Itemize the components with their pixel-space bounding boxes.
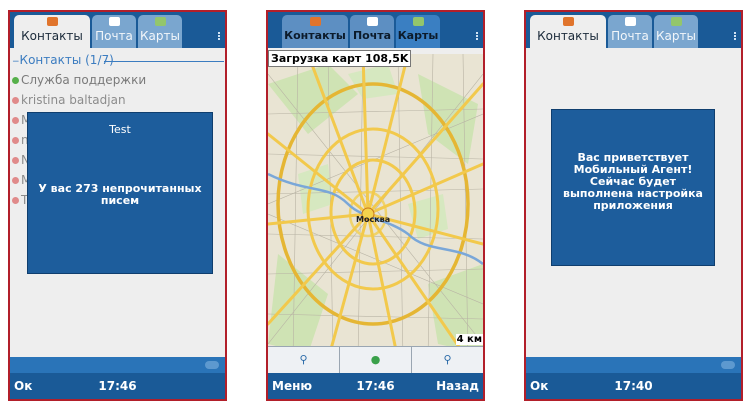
contact-name: Служба поддержки <box>21 73 147 87</box>
search-icon: ⚲ <box>299 353 308 366</box>
zoom-button[interactable]: ⚲ <box>412 347 483 373</box>
scroll-indicator <box>10 357 225 373</box>
offline-status-icon <box>12 117 19 124</box>
contact-name: kristina baltadjan <box>21 93 126 107</box>
maps-icon <box>412 17 424 26</box>
tab-mail[interactable]: Почта <box>608 15 652 48</box>
tab-label: Карты <box>656 29 696 43</box>
tab-label: Почта <box>95 29 133 43</box>
tab-bar: Контакты Почта Карты <box>10 12 225 48</box>
contacts-icon <box>562 17 574 26</box>
more-icon[interactable] <box>734 32 739 40</box>
tab-contacts[interactable]: Контакты <box>530 15 606 48</box>
phone-screen-welcome: Контакты Почта Карты Вас приветствует Мо… <box>524 10 743 401</box>
clock: 17:40 <box>614 379 653 393</box>
back-softkey[interactable]: Назад <box>436 379 479 393</box>
phone-screen-contacts: Контакты Почта Карты −Контакты (1/7) Слу… <box>8 10 227 401</box>
welcome-dialog[interactable]: Вас приветствует Мобильный Агент! Сейчас… <box>552 110 714 265</box>
tab-label: Контакты <box>21 29 83 43</box>
contact-group-header[interactable]: −Контакты (1/7) <box>12 53 224 67</box>
mail-icon <box>366 17 378 26</box>
dialog-message: У вас 273 непрочитанных писем <box>38 182 202 207</box>
notification-dialog[interactable]: Test У вас 273 непрочитанных писем <box>28 113 212 273</box>
tab-maps[interactable]: Карты <box>138 15 182 48</box>
offline-status-icon <box>12 157 19 164</box>
softkey-bar: Ок 17:46 <box>10 373 225 399</box>
tab-maps[interactable]: Карты <box>396 15 440 48</box>
tab-label: Карты <box>140 29 180 43</box>
zoom-icon: ⚲ <box>443 353 452 366</box>
tab-label: Контакты <box>284 29 346 42</box>
tab-contacts[interactable]: Контакты <box>14 15 90 48</box>
tab-bar: Контакты Почта Карты <box>526 12 741 48</box>
collapse-icon: − <box>12 57 20 67</box>
phone-screen-maps: Контакты Почта Карты Москва Загрузка кар… <box>266 10 485 401</box>
loading-status: Загрузка карт 108,5K <box>268 50 412 67</box>
contacts-icon <box>46 17 58 26</box>
more-icon[interactable] <box>218 32 223 40</box>
group-label: Контакты (1/7) <box>19 53 114 67</box>
scroll-indicator <box>526 357 741 373</box>
mail-icon <box>108 17 120 26</box>
map-toolbar: ⚲ ● ⚲ <box>268 346 483 373</box>
clock: 17:46 <box>98 379 137 393</box>
globe-button[interactable]: ● <box>340 347 412 373</box>
list-item[interactable]: n <box>12 133 29 147</box>
globe-icon: ● <box>370 353 381 366</box>
tab-label: Почта <box>611 29 649 43</box>
tab-label: Почта <box>352 29 392 42</box>
offline-status-icon <box>12 177 19 184</box>
offline-status-icon <box>12 197 19 204</box>
dialog-title: Test <box>109 123 131 136</box>
mail-icon <box>624 17 636 26</box>
softkey-bar: Ок 17:40 <box>526 373 741 399</box>
search-button[interactable]: ⚲ <box>268 347 340 373</box>
offline-status-icon <box>12 97 19 104</box>
more-icon[interactable] <box>476 32 481 40</box>
contacts-icon <box>309 17 321 26</box>
list-item[interactable]: kristina baltadjan <box>12 93 126 107</box>
tab-bar: Контакты Почта Карты <box>268 12 483 48</box>
tab-label: Контакты <box>537 29 599 43</box>
list-item[interactable]: Служба поддержки <box>12 73 146 87</box>
softkey-bar: Меню 17:46 Назад <box>268 373 483 399</box>
city-label: Москва <box>356 215 390 224</box>
maps-icon <box>670 17 682 26</box>
tab-mail[interactable]: Почта <box>92 15 136 48</box>
moscow-map: Москва <box>268 54 483 360</box>
tab-label: Карты <box>397 29 439 42</box>
dialog-message: Вас приветствует Мобильный Агент! Сейчас… <box>563 151 703 212</box>
online-status-icon <box>12 77 19 84</box>
tab-mail[interactable]: Почта <box>350 15 394 48</box>
maps-icon <box>154 17 166 26</box>
map-view[interactable]: Москва <box>268 54 483 360</box>
tab-maps[interactable]: Карты <box>654 15 698 48</box>
list-item[interactable]: T <box>12 193 28 207</box>
map-scale: 4 км <box>455 334 483 345</box>
offline-status-icon <box>12 137 19 144</box>
tab-contacts[interactable]: Контакты <box>282 15 348 48</box>
scroll-dots-icon <box>721 361 735 369</box>
scroll-dots-icon <box>205 361 219 369</box>
